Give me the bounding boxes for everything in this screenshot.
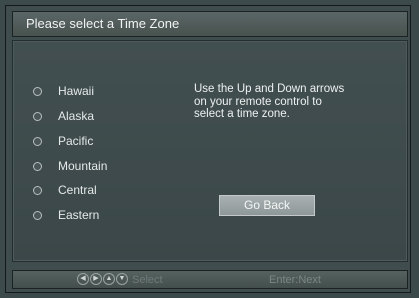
radio-icon xyxy=(33,161,42,171)
time-zone-option-pacific[interactable]: Pacific xyxy=(33,133,93,149)
time-zone-option-hawaii[interactable]: Hawaii xyxy=(33,83,94,99)
time-zone-label: Mountain xyxy=(58,159,108,173)
dialog-title: Please select a Time Zone xyxy=(26,16,180,31)
up-arrow-icon: ▲ xyxy=(103,273,115,285)
time-zone-label: Eastern xyxy=(58,208,100,222)
title-bar: Please select a Time Zone xyxy=(12,11,408,37)
radio-icon xyxy=(33,86,42,96)
instruction-line: select a time zone. xyxy=(194,108,290,120)
footer-bar: ◀ ▶ ▲ ▼ Select Enter:Next xyxy=(12,270,408,289)
time-zone-option-eastern[interactable]: Eastern xyxy=(33,207,99,223)
radio-icon xyxy=(33,210,42,220)
time-zone-label: Hawaii xyxy=(58,84,95,98)
down-arrow-icon: ▼ xyxy=(116,273,128,285)
time-zone-label: Pacific xyxy=(58,134,94,148)
time-zone-label: Alaska xyxy=(58,109,95,123)
right-arrow-icon: ▶ xyxy=(90,273,102,285)
footer-enter-hint: Enter:Next xyxy=(269,274,321,286)
left-arrow-icon: ◀ xyxy=(77,273,89,285)
instruction-line: Use the Up and Down arrows xyxy=(194,83,345,95)
instruction-line: on your remote control to xyxy=(194,95,322,108)
time-zone-option-mountain[interactable]: Mountain xyxy=(33,158,107,174)
radio-icon xyxy=(33,136,42,146)
go-back-button[interactable]: Go Back xyxy=(219,195,315,216)
footer-select-hint: Select xyxy=(132,274,163,286)
instructions-text: Use the Up and Down arrows on your remot… xyxy=(194,83,384,121)
radio-icon xyxy=(33,111,42,121)
time-zone-label: Central xyxy=(58,183,97,197)
nav-icons: ◀ ▶ ▲ ▼ xyxy=(77,273,128,285)
time-zone-option-alaska[interactable]: Alaska xyxy=(33,108,94,124)
radio-icon xyxy=(33,185,42,195)
main-panel xyxy=(12,40,408,262)
time-zone-option-central[interactable]: Central xyxy=(33,182,97,198)
